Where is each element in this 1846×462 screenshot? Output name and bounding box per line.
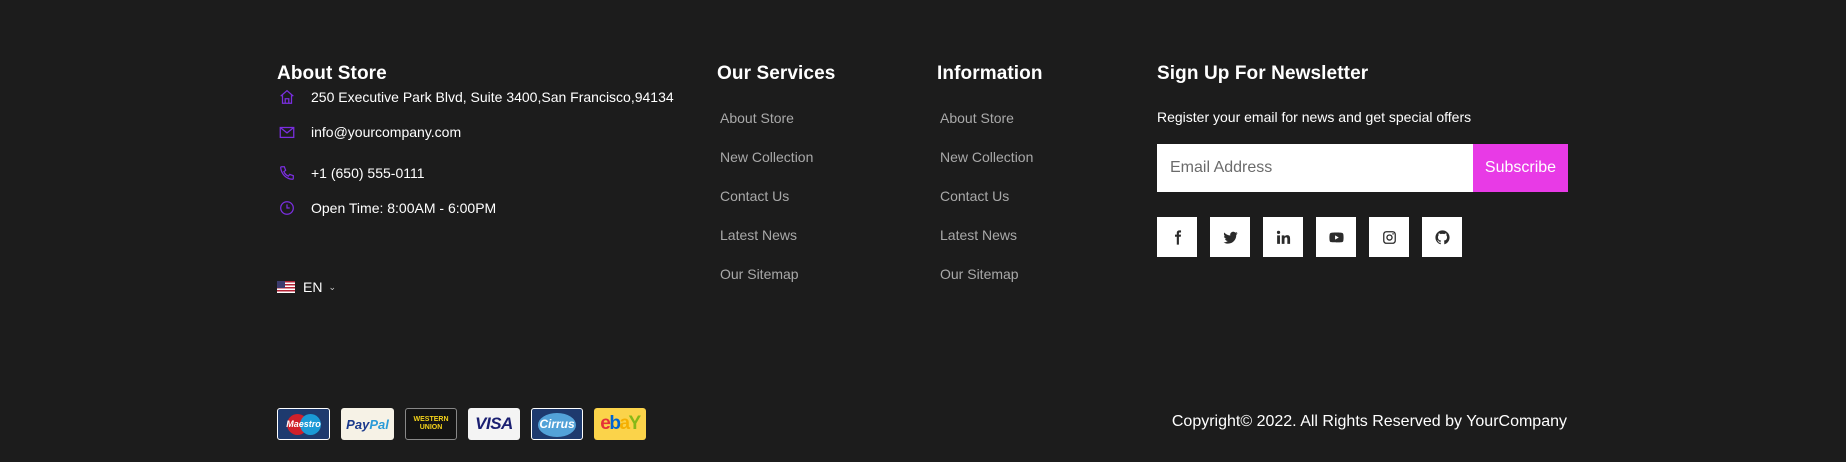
newsletter-heading: Sign Up For Newsletter (1157, 63, 1369, 84)
visa-logo: VISA (468, 408, 520, 440)
services-link-about-store[interactable]: About Store (720, 110, 794, 126)
facebook-button[interactable] (1157, 217, 1197, 257)
language-label: EN (303, 279, 323, 295)
information-link-about-store[interactable]: About Store (940, 110, 1014, 126)
email-input[interactable] (1157, 144, 1473, 192)
newsletter-section: Sign Up For Newsletter Register your ema… (1157, 62, 1577, 257)
about-store-section: About Store 250 Executive Park Blvd, Sui… (277, 62, 697, 295)
copyright-text: Copyright© 2022. All Rights Reserved by … (1171, 413, 1567, 430)
services-link-contact-us[interactable]: Contact Us (720, 188, 789, 204)
twitter-icon (1223, 231, 1238, 244)
phone-link[interactable]: +1 (650) 555-0111 (311, 165, 425, 181)
services-link-new-collection[interactable]: New Collection (720, 149, 813, 165)
email-link[interactable]: info@yourcompany.com (311, 124, 461, 140)
services-link-our-sitemap[interactable]: Our Sitemap (720, 266, 799, 282)
address-row: 250 Executive Park Blvd, Suite 3400,San … (277, 87, 674, 107)
payment-methods: Maestro Pay Pal WESTERN UNION VISA Cirrus … (277, 408, 646, 440)
github-icon (1434, 229, 1450, 244)
youtube-icon (1328, 232, 1344, 242)
ebay-logo: ebaY (594, 408, 646, 440)
services-link-latest-news[interactable]: Latest News (720, 227, 797, 243)
instagram-button[interactable] (1369, 217, 1409, 257)
address-text: 250 Executive Park Blvd, Suite 3400,San … (311, 89, 674, 105)
linkedin-icon (1276, 230, 1290, 244)
subscribe-button[interactable]: Subscribe (1473, 144, 1568, 192)
information-link-latest-news[interactable]: Latest News (940, 227, 1017, 243)
home-icon (277, 87, 297, 107)
newsletter-description: Register your email for news and get spe… (1157, 109, 1472, 125)
information-link-our-sitemap[interactable]: Our Sitemap (940, 266, 1019, 282)
language-selector[interactable]: EN ⌄ (277, 279, 336, 295)
youtube-button[interactable] (1316, 217, 1356, 257)
paypal-logo: Pay Pal (341, 408, 394, 440)
information-section: Information About Store New Collection C… (937, 62, 1137, 282)
phone-row: +1 (650) 555-0111 (277, 163, 425, 183)
chevron-down-icon: ⌄ (328, 281, 336, 292)
cirrus-logo: Cirrus (531, 408, 583, 440)
western-union-logo: WESTERN UNION (405, 408, 457, 440)
email-row: info@yourcompany.com (277, 122, 461, 142)
information-heading: Information (937, 63, 1043, 84)
facebook-icon (1174, 229, 1181, 245)
maestro-logo: Maestro (277, 408, 330, 440)
clock-icon (277, 198, 297, 218)
hours-text: Open Time: 8:00AM - 6:00PM (311, 200, 497, 216)
github-button[interactable] (1422, 217, 1462, 257)
phone-icon (277, 163, 297, 183)
services-heading: Our Services (717, 63, 836, 84)
twitter-button[interactable] (1210, 217, 1250, 257)
mail-icon (277, 122, 297, 142)
information-link-new-collection[interactable]: New Collection (940, 149, 1033, 165)
services-section: Our Services About Store New Collection … (717, 62, 917, 282)
information-link-contact-us[interactable]: Contact Us (940, 188, 1009, 204)
social-links (1157, 217, 1462, 257)
about-store-heading: About Store (277, 63, 387, 84)
hours-row: Open Time: 8:00AM - 6:00PM (277, 198, 496, 218)
us-flag-icon (277, 281, 295, 293)
instagram-icon (1382, 230, 1396, 244)
linkedin-button[interactable] (1263, 217, 1303, 257)
